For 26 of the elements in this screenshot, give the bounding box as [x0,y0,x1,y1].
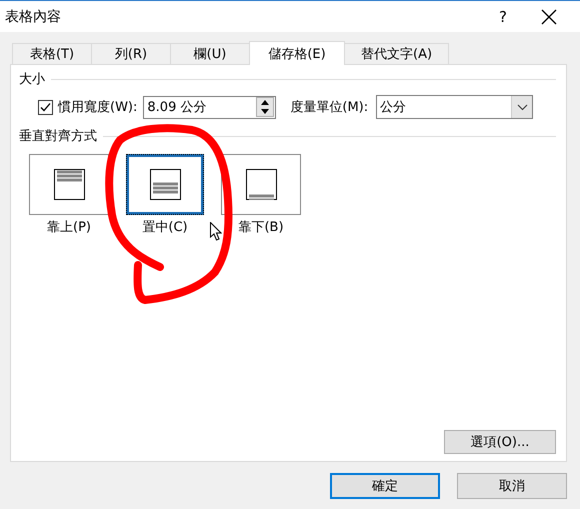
chevron-down-icon [516,104,528,110]
cancel-button[interactable]: 取消 [457,473,567,499]
alignment-option[interactable] [126,154,204,215]
tab[interactable]: 儲存格(E) [249,41,345,65]
checkbox[interactable] [38,100,53,114]
window-title: 表格內容 [4,8,61,26]
field-label: 度量單位(M): [290,99,368,116]
close-icon [541,8,557,24]
cell-alignment-icon [246,169,276,200]
width-field[interactable]: 8.09 公分 [143,96,276,118]
help-button[interactable]: ? [480,2,526,32]
field-label: 慣用寬度(W): [58,99,138,116]
unit-dropdown[interactable]: 公分 [376,95,534,119]
tab[interactable]: 表格(T) [12,43,92,64]
tab[interactable]: 替代文字(A) [344,43,450,64]
option-label: 靠上(P) [47,219,91,236]
ok-button[interactable]: 確定 [330,473,440,499]
option-label: 靠下(B) [238,219,284,236]
section-heading: 大小 [19,71,45,88]
cell-alignment-icon [150,169,180,200]
alignment-option[interactable] [29,154,109,215]
cell-alignment-icon [54,169,84,200]
option-label: 置中(C) [142,219,188,236]
section-heading: 垂直對齊方式 [19,128,97,145]
cursor-icon [210,222,222,241]
options-button[interactable]: 選項(O)... [444,430,556,454]
